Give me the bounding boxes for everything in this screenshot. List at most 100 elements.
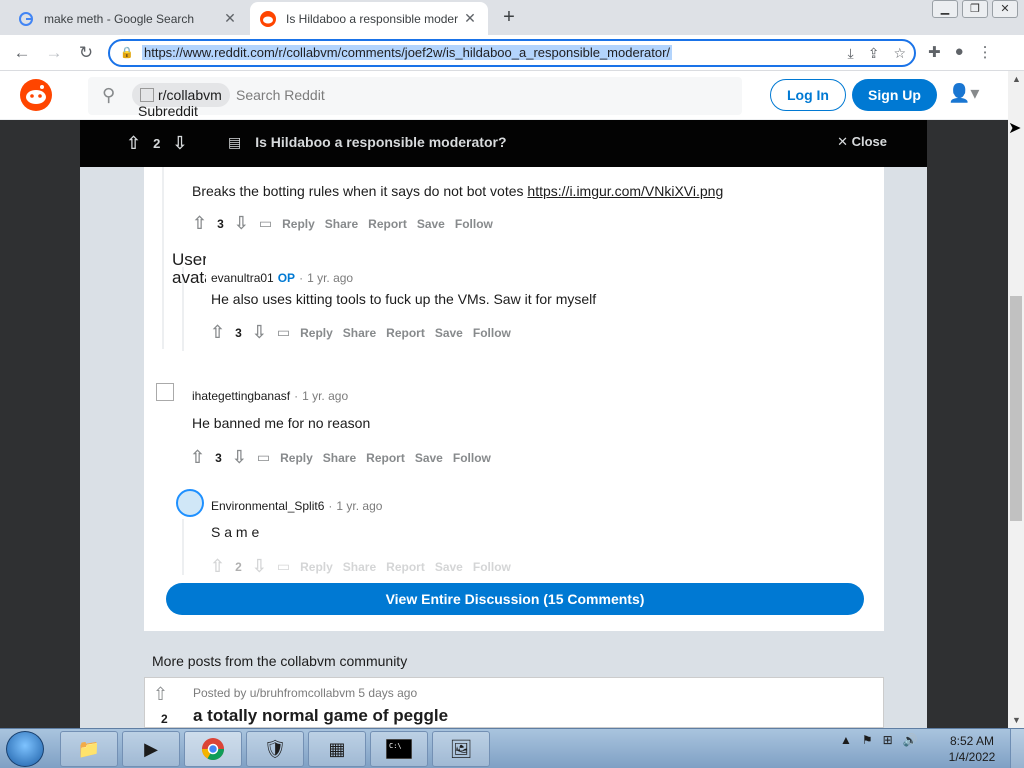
close-icon: ✕ bbox=[837, 134, 848, 149]
share-button[interactable]: Share bbox=[343, 326, 376, 340]
reddit-header: ⚲ r/collabvm Search Reddit Subreddit Log… bbox=[0, 71, 1008, 120]
comment-body: He banned me for no reason bbox=[192, 415, 371, 431]
minimize-button[interactable]: ▁ bbox=[932, 0, 958, 18]
subreddit-alt-text: Subreddit bbox=[138, 103, 198, 119]
page-scrollbar[interactable]: ▲ ▼ bbox=[1008, 71, 1024, 728]
url-text[interactable]: https://www.reddit.com/r/collabvm/commen… bbox=[142, 45, 673, 60]
user-menu-icon[interactable]: 👤▾ bbox=[948, 83, 979, 104]
downvote-icon[interactable]: ⇩ bbox=[232, 447, 247, 468]
file-explorer-icon[interactable]: 📁 bbox=[60, 731, 118, 767]
taskbar: 📁 ▶ 🛡 ▦ C:\ 🖼 ▲ ⚑ ⊞ 🔊 8:52 AM 1/4/2022 bbox=[0, 728, 1024, 768]
reply-icon[interactable]: ▭ bbox=[277, 558, 290, 575]
report-button[interactable]: Report bbox=[368, 217, 407, 231]
follow-button[interactable]: Follow bbox=[453, 451, 491, 465]
menu-kebab-icon[interactable]: ⋮ bbox=[978, 43, 993, 61]
terminal-icon[interactable]: C:\ bbox=[370, 731, 428, 767]
follow-button[interactable]: Follow bbox=[473, 560, 511, 574]
close-window-button[interactable]: ✕ bbox=[992, 0, 1018, 18]
volume-icon[interactable]: 🔊 bbox=[903, 733, 918, 747]
address-bar[interactable]: 🔒 https://www.reddit.com/r/collabvm/comm… bbox=[108, 39, 916, 67]
report-button[interactable]: Report bbox=[386, 326, 425, 340]
reply-icon[interactable]: ▭ bbox=[259, 215, 272, 232]
comment-username[interactable]: ihategettingbanasf bbox=[192, 389, 290, 403]
tray-expand-icon[interactable]: ▲ bbox=[840, 733, 852, 747]
reply-icon[interactable]: ▭ bbox=[277, 324, 290, 341]
comment-actions: ⇧ 3 ⇩ ▭ Reply Share Report Save Follow bbox=[192, 213, 493, 234]
follow-button[interactable]: Follow bbox=[455, 217, 493, 231]
show-desktop-button[interactable] bbox=[1010, 729, 1024, 768]
picture-viewer-icon[interactable]: 🖼 bbox=[432, 731, 490, 767]
comment-time[interactable]: 1 yr. ago bbox=[336, 499, 382, 513]
reply-icon[interactable]: ▭ bbox=[257, 449, 270, 466]
reddit-logo-icon[interactable] bbox=[20, 79, 52, 111]
upvote-icon[interactable]: ⇧ bbox=[192, 213, 207, 234]
close-tab-icon[interactable]: ✕ bbox=[462, 10, 478, 27]
posted-by[interactable]: Posted by u/bruhfromcollabvm 5 days ago bbox=[193, 686, 417, 700]
save-button[interactable]: Save bbox=[417, 217, 445, 231]
save-button[interactable]: Save bbox=[415, 451, 443, 465]
comment-username[interactable]: evanultra01 bbox=[211, 271, 274, 285]
share-button[interactable]: Share bbox=[343, 560, 376, 574]
view-entire-discussion-button[interactable]: View Entire Discussion (15 Comments) bbox=[166, 583, 864, 615]
media-player-icon[interactable]: ▶ bbox=[122, 731, 180, 767]
forward-arrow-icon[interactable]: → bbox=[42, 41, 66, 65]
new-tab-button[interactable]: + bbox=[498, 6, 520, 29]
signup-button[interactable]: Sign Up bbox=[852, 79, 937, 111]
share-button[interactable]: Share bbox=[325, 217, 358, 231]
upvote-icon[interactable]: ⇧ bbox=[190, 447, 205, 468]
reply-button[interactable]: Reply bbox=[300, 560, 333, 574]
chrome-icon[interactable] bbox=[184, 731, 242, 767]
post-content: Breaks the botting rules when it says do… bbox=[80, 167, 927, 728]
more-post-card[interactable]: ⇧ 2 Posted by u/bruhfromcollabvm 5 days … bbox=[144, 677, 884, 728]
close-post-button[interactable]: ✕ Close bbox=[837, 134, 887, 150]
upvote-icon[interactable]: ⇧ bbox=[210, 322, 225, 343]
downvote-icon[interactable]: ⇩ bbox=[172, 133, 187, 154]
scroll-up-icon[interactable]: ▲ bbox=[1012, 74, 1021, 84]
upvote-icon[interactable]: ⇧ bbox=[153, 684, 168, 705]
maximize-button[interactable]: ❐ bbox=[962, 0, 988, 18]
reply-button[interactable]: Reply bbox=[300, 326, 333, 340]
reload-icon[interactable]: ↻ bbox=[74, 41, 98, 65]
report-button[interactable]: Report bbox=[386, 560, 425, 574]
start-button[interactable] bbox=[6, 731, 44, 767]
upvote-icon[interactable]: ⇧ bbox=[210, 556, 225, 577]
save-button[interactable]: Save bbox=[435, 560, 463, 574]
share-icon[interactable]: ⇪ bbox=[868, 45, 880, 62]
share-button[interactable]: Share bbox=[323, 451, 356, 465]
downvote-icon[interactable]: ⇩ bbox=[252, 322, 267, 343]
downvote-icon[interactable]: ⇩ bbox=[234, 213, 249, 234]
action-center-icon[interactable]: ⚑ bbox=[862, 733, 873, 747]
comment-link[interactable]: https://i.imgur.com/VNkiXVi.png bbox=[527, 183, 723, 199]
shield-app-icon[interactable]: 🛡 bbox=[246, 731, 304, 767]
back-arrow-icon[interactable]: ← bbox=[10, 41, 34, 65]
thread-line[interactable] bbox=[182, 519, 184, 575]
thread-line[interactable] bbox=[162, 167, 164, 349]
comment-time[interactable]: 1 yr. ago bbox=[307, 271, 353, 285]
app-icon[interactable]: ▦ bbox=[308, 731, 366, 767]
system-clock[interactable]: 8:52 AM 1/4/2022 bbox=[942, 733, 1002, 765]
downvote-icon[interactable]: ⇩ bbox=[252, 556, 267, 577]
comment-time[interactable]: 1 yr. ago bbox=[302, 389, 348, 403]
save-button[interactable]: Save bbox=[435, 326, 463, 340]
browser-toolbar: ← → ↻ 🔒 https://www.reddit.com/r/collabv… bbox=[0, 35, 1024, 71]
post-title[interactable]: a totally normal game of peggle bbox=[193, 706, 448, 726]
extensions-puzzle-icon[interactable]: ✚ bbox=[928, 43, 941, 61]
comment-username[interactable]: Environmental_Split6 bbox=[211, 499, 324, 513]
comment-header: evanultra01 OP · 1 yr. ago bbox=[211, 271, 353, 285]
profile-icon[interactable]: ● bbox=[955, 43, 964, 61]
scroll-thumb[interactable] bbox=[1010, 296, 1022, 521]
network-icon[interactable]: ⊞ bbox=[883, 733, 893, 747]
tab-reddit[interactable]: Is Hildaboo a responsible moder ✕ bbox=[250, 2, 488, 35]
comment-body: Breaks the botting rules when it says do… bbox=[192, 183, 723, 199]
bookmark-star-icon[interactable]: ☆ bbox=[893, 45, 906, 62]
close-tab-icon[interactable]: ✕ bbox=[222, 10, 238, 27]
scroll-down-icon[interactable]: ▼ bbox=[1012, 715, 1021, 725]
reply-button[interactable]: Reply bbox=[282, 217, 315, 231]
report-button[interactable]: Report bbox=[366, 451, 405, 465]
follow-button[interactable]: Follow bbox=[473, 326, 511, 340]
upvote-icon[interactable]: ⇧ bbox=[126, 133, 141, 154]
login-button[interactable]: Log In bbox=[770, 79, 846, 111]
reply-button[interactable]: Reply bbox=[280, 451, 313, 465]
tab-google-search[interactable]: make meth - Google Search ✕ bbox=[8, 2, 248, 35]
install-icon[interactable]: ⤓ bbox=[848, 45, 854, 62]
